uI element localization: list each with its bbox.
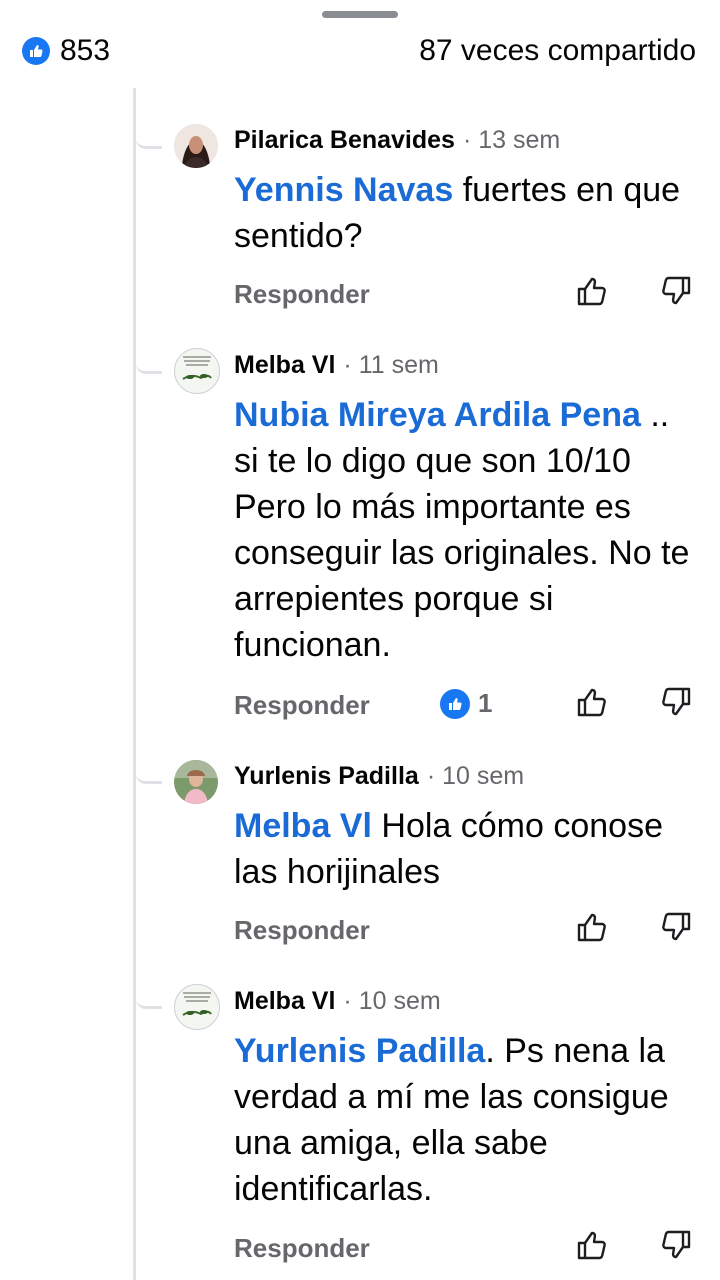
likes-count: 853	[60, 34, 111, 67]
author-name[interactable]: Pilarica Benavides	[234, 126, 455, 155]
comment-header: Melba Vl · 11 sem	[234, 351, 439, 380]
downvote-icon[interactable]	[658, 1227, 694, 1263]
upvote-icon[interactable]	[574, 273, 610, 309]
comment-header: Pilarica Benavides · 13 sem	[234, 126, 560, 155]
comment-actions: Responder 1	[234, 687, 694, 730]
reply-button[interactable]: Responder	[234, 279, 370, 310]
avatar[interactable]	[174, 760, 218, 804]
mention-link[interactable]: Yennis Navas	[234, 171, 453, 209]
comment-actions: Responder	[234, 1230, 694, 1273]
comment-actions: Responder	[234, 912, 694, 955]
thread-branch	[136, 765, 162, 784]
mention-link[interactable]: Yurlenis Padilla	[234, 1032, 485, 1070]
thread-branch	[136, 130, 162, 149]
avatar[interactable]	[174, 984, 220, 1030]
timestamp[interactable]: · 10 sem	[427, 762, 524, 791]
comment-header: Yurlenis Padilla · 10 sem	[234, 762, 524, 791]
likes-summary[interactable]: 853	[22, 34, 110, 68]
thread-branch	[136, 990, 162, 1009]
downvote-icon[interactable]	[658, 273, 694, 309]
comments-sheet: 853 87 veces compartido Pilarica Benavid…	[0, 0, 720, 1280]
reply-button[interactable]: Responder	[234, 690, 370, 721]
upvote-icon[interactable]	[574, 909, 610, 945]
comment-text: Nubia Mireya Ardila Pena .. si te lo dig…	[234, 392, 696, 668]
mention-link[interactable]: Melba Vl	[234, 807, 372, 845]
timestamp[interactable]: · 11 sem	[343, 351, 438, 380]
avatar[interactable]	[174, 124, 218, 168]
author-name[interactable]: Melba Vl	[234, 351, 335, 380]
reaction-summary[interactable]: 1	[440, 688, 492, 719]
avatar[interactable]	[174, 348, 220, 394]
comment-body: .. si te lo digo que son 10/10 Pero lo m…	[234, 396, 690, 664]
reply-button[interactable]: Responder	[234, 1233, 370, 1264]
timestamp[interactable]: · 13 sem	[463, 126, 560, 155]
upvote-icon[interactable]	[574, 684, 610, 720]
reply-button[interactable]: Responder	[234, 915, 370, 946]
drag-handle[interactable]	[322, 11, 398, 18]
mention-link[interactable]: Nubia Mireya Ardila Pena	[234, 396, 641, 434]
thread-line	[133, 88, 136, 1280]
thread-branch	[136, 355, 162, 374]
reaction-count: 1	[478, 688, 493, 718]
comment-text: Yennis Navas fuertes en que sentido?	[234, 167, 696, 259]
shares-count[interactable]: 87 veces compartido	[419, 34, 696, 68]
timestamp[interactable]: · 10 sem	[343, 987, 440, 1016]
author-name[interactable]: Melba Vl	[234, 987, 335, 1016]
comment-header: Melba Vl · 10 sem	[234, 987, 441, 1016]
comment-actions: Responder	[234, 276, 694, 319]
comment-text: Melba Vl Hola cómo conose las horijinale…	[234, 803, 696, 895]
comment-text: Yurlenis Padilla. Ps nena la verdad a mí…	[234, 1028, 696, 1212]
thumbs-up-icon	[440, 688, 470, 719]
author-name[interactable]: Yurlenis Padilla	[234, 762, 419, 791]
downvote-icon[interactable]	[658, 684, 694, 720]
thumbs-up-icon	[22, 37, 50, 65]
upvote-icon[interactable]	[574, 1227, 610, 1263]
downvote-icon[interactable]	[658, 909, 694, 945]
